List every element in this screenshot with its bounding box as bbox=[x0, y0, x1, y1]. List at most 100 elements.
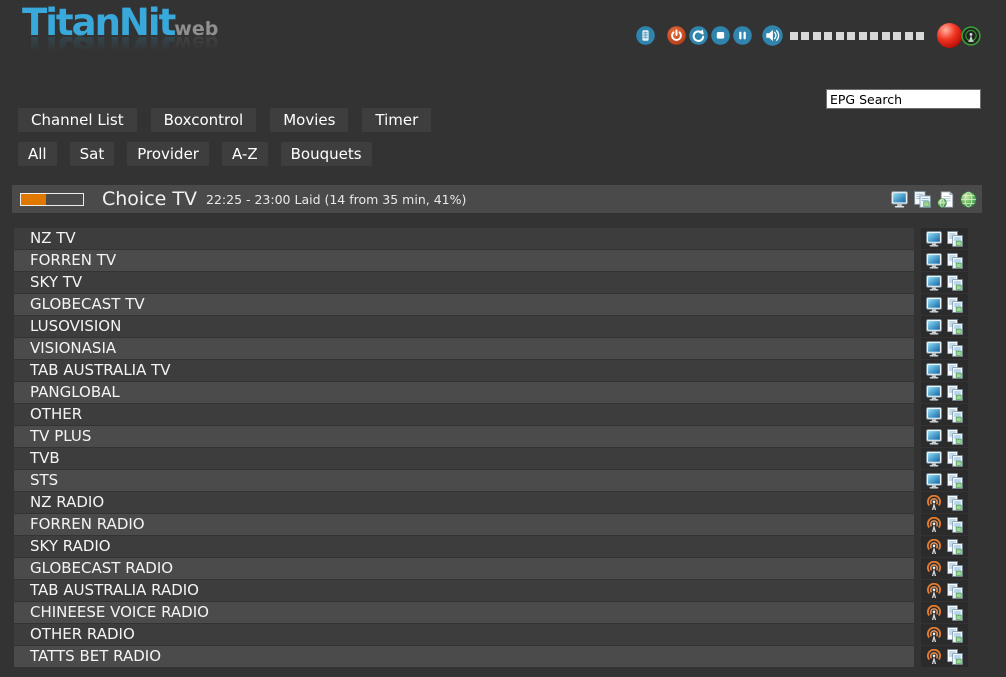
picon-icon[interactable] bbox=[947, 341, 963, 357]
channel-row: SKY TV bbox=[14, 272, 1006, 293]
nav-channel-list[interactable]: Channel List bbox=[18, 108, 137, 132]
reload-icon[interactable] bbox=[689, 26, 708, 45]
volume-bar[interactable] bbox=[790, 32, 925, 40]
picon-icon[interactable] bbox=[947, 363, 963, 379]
filter-bouquets[interactable]: Bouquets bbox=[281, 142, 372, 166]
picon-icon[interactable] bbox=[947, 429, 963, 445]
channel-name[interactable]: NZ RADIO bbox=[14, 492, 914, 513]
speaker-icon[interactable] bbox=[762, 25, 783, 46]
channel-name[interactable]: OTHER RADIO bbox=[14, 624, 914, 645]
radio-stream-icon[interactable] bbox=[926, 627, 942, 643]
filter-provider[interactable]: Provider bbox=[127, 142, 209, 166]
tv-stream-icon[interactable] bbox=[926, 319, 942, 335]
picon-icon[interactable] bbox=[947, 451, 963, 467]
picon-icon[interactable] bbox=[947, 253, 963, 269]
channel-name[interactable]: FORREN RADIO bbox=[14, 514, 914, 535]
channel-name[interactable]: TVB bbox=[14, 448, 914, 469]
channel-name[interactable]: GLOBECAST TV bbox=[14, 294, 914, 315]
tv-stream-icon[interactable] bbox=[891, 191, 908, 208]
radio-stream-icon[interactable] bbox=[926, 583, 942, 599]
tv-stream-icon[interactable] bbox=[926, 297, 942, 313]
volume-segment[interactable] bbox=[824, 32, 832, 40]
picon-icon[interactable] bbox=[947, 319, 963, 335]
epg-search-input[interactable] bbox=[826, 89, 981, 109]
filter-az[interactable]: A-Z bbox=[222, 142, 268, 166]
main-nav: Channel List Boxcontrol Movies Timer bbox=[18, 108, 431, 132]
channel-name[interactable]: VISIONASIA bbox=[14, 338, 914, 359]
channel-name[interactable]: TATTS BET RADIO bbox=[14, 646, 914, 667]
picon-icon[interactable] bbox=[947, 627, 963, 643]
radio-stream-icon[interactable] bbox=[926, 561, 942, 577]
channel-name[interactable]: OTHER bbox=[14, 404, 914, 425]
picon-icon[interactable] bbox=[947, 231, 963, 247]
picon-icon[interactable] bbox=[947, 605, 963, 621]
radio-stream-icon[interactable] bbox=[926, 539, 942, 555]
epg-page-icon[interactable] bbox=[937, 191, 954, 208]
tv-stream-icon[interactable] bbox=[926, 429, 942, 445]
volume-segment[interactable] bbox=[905, 32, 913, 40]
antenna-icon[interactable] bbox=[961, 26, 981, 46]
tv-stream-icon[interactable] bbox=[926, 363, 942, 379]
web-icon[interactable] bbox=[960, 191, 977, 208]
picon-icon[interactable] bbox=[947, 275, 963, 291]
channel-name[interactable]: SKY TV bbox=[14, 272, 914, 293]
tv-stream-icon[interactable] bbox=[926, 275, 942, 291]
remote-control-icon[interactable] bbox=[636, 26, 655, 45]
channel-row: FORREN TV bbox=[14, 250, 1006, 271]
picon-icon[interactable] bbox=[914, 191, 931, 208]
channel-name[interactable]: GLOBECAST RADIO bbox=[14, 558, 914, 579]
tv-stream-icon[interactable] bbox=[926, 231, 942, 247]
volume-segment[interactable] bbox=[836, 32, 844, 40]
channel-row-actions bbox=[921, 426, 968, 447]
radio-stream-icon[interactable] bbox=[926, 605, 942, 621]
volume-segment[interactable] bbox=[870, 32, 878, 40]
volume-segment[interactable] bbox=[813, 32, 821, 40]
volume-segment[interactable] bbox=[790, 32, 798, 40]
channel-name[interactable]: TAB AUSTRALIA TV bbox=[14, 360, 914, 381]
picon-icon[interactable] bbox=[947, 495, 963, 511]
nav-boxcontrol[interactable]: Boxcontrol bbox=[151, 108, 257, 132]
channel-row-actions bbox=[921, 624, 968, 645]
radio-stream-icon[interactable] bbox=[926, 495, 942, 511]
channel-row: NZ RADIO bbox=[14, 492, 1006, 513]
channel-name[interactable]: CHINEESE VOICE RADIO bbox=[14, 602, 914, 623]
tv-stream-icon[interactable] bbox=[926, 385, 942, 401]
volume-segment[interactable] bbox=[801, 32, 809, 40]
picon-icon[interactable] bbox=[947, 297, 963, 313]
picon-icon[interactable] bbox=[947, 407, 963, 423]
channel-name[interactable]: FORREN TV bbox=[14, 250, 914, 271]
channel-name[interactable]: LUSOVISION bbox=[14, 316, 914, 337]
picon-icon[interactable] bbox=[947, 583, 963, 599]
filter-all[interactable]: All bbox=[18, 142, 57, 166]
channel-name[interactable]: NZ TV bbox=[14, 228, 914, 249]
nav-movies[interactable]: Movies bbox=[270, 108, 348, 132]
channel-name[interactable]: SKY RADIO bbox=[14, 536, 914, 557]
picon-icon[interactable] bbox=[947, 539, 963, 555]
radio-stream-icon[interactable] bbox=[926, 649, 942, 665]
channel-name[interactable]: TAB AUSTRALIA RADIO bbox=[14, 580, 914, 601]
tv-stream-icon[interactable] bbox=[926, 473, 942, 489]
picon-icon[interactable] bbox=[947, 649, 963, 665]
tv-stream-icon[interactable] bbox=[926, 407, 942, 423]
power-icon[interactable] bbox=[667, 26, 686, 45]
tv-stream-icon[interactable] bbox=[926, 253, 942, 269]
filter-sat[interactable]: Sat bbox=[70, 142, 115, 166]
stop-icon[interactable] bbox=[711, 26, 730, 45]
picon-icon[interactable] bbox=[947, 385, 963, 401]
volume-segment[interactable] bbox=[893, 32, 901, 40]
volume-segment[interactable] bbox=[882, 32, 890, 40]
volume-segment[interactable] bbox=[847, 32, 855, 40]
pause-icon[interactable] bbox=[733, 26, 752, 45]
tv-stream-icon[interactable] bbox=[926, 451, 942, 467]
radio-stream-icon[interactable] bbox=[926, 517, 942, 533]
channel-name[interactable]: TV PLUS bbox=[14, 426, 914, 447]
picon-icon[interactable] bbox=[947, 517, 963, 533]
volume-segment[interactable] bbox=[859, 32, 867, 40]
tv-stream-icon[interactable] bbox=[926, 341, 942, 357]
nav-timer[interactable]: Timer bbox=[362, 108, 431, 132]
picon-icon[interactable] bbox=[947, 473, 963, 489]
picon-icon[interactable] bbox=[947, 561, 963, 577]
channel-name[interactable]: PANGLOBAL bbox=[14, 382, 914, 403]
channel-name[interactable]: STS bbox=[14, 470, 914, 491]
volume-segment[interactable] bbox=[916, 32, 924, 40]
